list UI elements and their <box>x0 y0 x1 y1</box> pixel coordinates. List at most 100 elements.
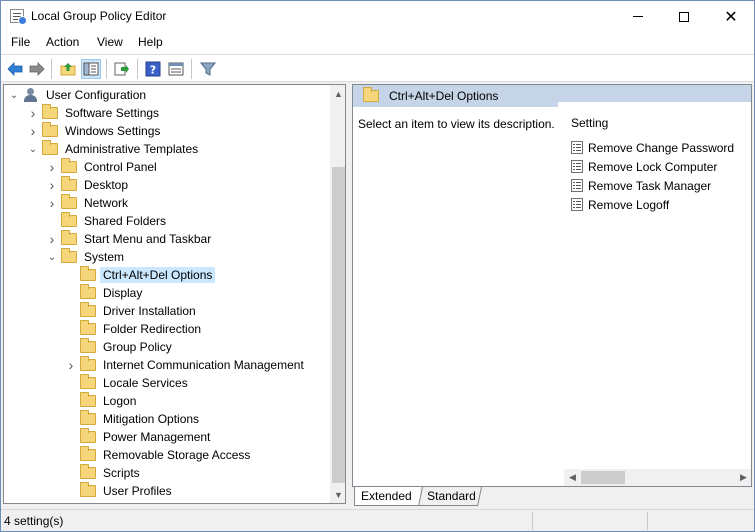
tree-item-label: System <box>84 250 125 264</box>
tree-item[interactable]: ⌄ Administrative Templates <box>28 140 201 158</box>
chevron-right-icon[interactable]: › <box>47 158 57 176</box>
tree-item[interactable]: › Windows Settings <box>28 122 163 140</box>
settings-scroll-thumb[interactable] <box>581 471 625 484</box>
close-button[interactable]: ✕ <box>708 1 754 32</box>
menu-action[interactable]: Action <box>46 35 79 49</box>
tree-item-label: Ctrl+Alt+Del Options <box>100 267 216 283</box>
tree-item-label: Windows Settings <box>65 124 161 138</box>
tree-item[interactable]: Removable Storage Access <box>66 446 253 464</box>
tree-item[interactable]: Logon <box>66 392 139 410</box>
setting-row[interactable]: Remove Logoff <box>571 195 669 214</box>
settings-horizontal-scrollbar[interactable]: ◀ ▶ <box>564 469 751 486</box>
help-button[interactable]: ? <box>143 59 163 79</box>
minimize-button[interactable] <box>615 1 661 32</box>
description-text: Select an item to view its description. <box>358 117 555 131</box>
export-list-button[interactable] <box>112 59 132 79</box>
show-hide-tree-button[interactable] <box>81 59 101 79</box>
tree-pane[interactable]: ⌄ User Configuration › Software Settings › Wi… <box>3 84 346 504</box>
tab-standard[interactable]: Standard <box>417 487 483 506</box>
menu-view[interactable]: View <box>97 35 123 49</box>
maximize-icon <box>679 11 689 22</box>
group-policy-app-icon <box>10 9 27 25</box>
properties-icon <box>168 62 184 76</box>
chevron-right-icon[interactable]: › <box>66 356 76 374</box>
chevron-right-icon[interactable]: › <box>28 104 38 122</box>
tree-item-label: Removable Storage Access <box>103 448 251 462</box>
tree-item[interactable]: › Internet Communication Management <box>66 356 307 374</box>
tree-item[interactable]: Mitigation Options <box>66 410 202 428</box>
tree-item[interactable]: ⌄ User Configuration <box>9 86 149 104</box>
folder-icon <box>61 230 77 245</box>
setting-label: Remove Logoff <box>588 197 670 212</box>
tree-item[interactable]: › Start Menu and Taskbar <box>47 230 214 248</box>
filter-button[interactable] <box>198 59 218 79</box>
tree-item[interactable]: ⌄ System <box>47 248 127 266</box>
folder-icon <box>61 158 77 173</box>
properties-button[interactable] <box>166 59 186 79</box>
tree-item-label: User Configuration <box>46 88 147 102</box>
tree-item[interactable]: › Network <box>47 194 131 212</box>
tree-item[interactable]: Locale Services <box>66 374 191 392</box>
folder-icon <box>80 392 96 407</box>
policy-setting-icon <box>571 141 583 154</box>
window-title: Local Group Policy Editor <box>31 9 167 23</box>
scroll-left-arrow-icon[interactable]: ◀ <box>564 469 581 486</box>
tree-item[interactable]: Display <box>66 284 145 302</box>
tree-item[interactable]: User Profiles <box>66 482 175 500</box>
chevron-right-icon[interactable]: › <box>47 176 57 194</box>
tree-item[interactable]: Folder Redirection <box>66 320 204 338</box>
setting-row[interactable]: Remove Change Password <box>571 138 734 157</box>
tree-item[interactable]: Scripts <box>66 464 143 482</box>
chevron-down-icon[interactable]: ⌄ <box>9 86 19 104</box>
chevron-right-icon[interactable]: › <box>28 122 38 140</box>
tree-item-label: Internet Communication Management <box>103 358 304 372</box>
forward-button[interactable] <box>27 59 47 79</box>
tree-item[interactable]: Group Policy <box>66 338 175 356</box>
tree-item-label: Group Policy <box>103 340 172 354</box>
tree-item[interactable]: Power Management <box>66 428 213 446</box>
chevron-down-icon[interactable]: ⌄ <box>47 248 57 266</box>
scroll-up-arrow-icon[interactable]: ▲ <box>330 85 345 102</box>
folder-icon <box>42 104 58 119</box>
folder-icon <box>42 140 58 155</box>
setting-column-header[interactable]: Setting <box>571 116 608 130</box>
tab-standard-label: Standard <box>427 489 476 503</box>
tree-item-label: Software Settings <box>65 106 160 120</box>
tree-item[interactable]: › Desktop <box>47 176 131 194</box>
scroll-down-arrow-icon[interactable]: ▼ <box>330 486 345 503</box>
tree-item[interactable]: Shared Folders <box>47 212 169 230</box>
user-config-icon <box>23 88 39 102</box>
setting-row[interactable]: Remove Task Manager <box>571 176 711 195</box>
scroll-right-arrow-icon[interactable]: ▶ <box>735 469 751 486</box>
menu-file[interactable]: File <box>11 35 30 49</box>
folder-icon <box>61 248 77 263</box>
menu-help[interactable]: Help <box>138 35 163 49</box>
tree-item-label: Administrative Templates <box>65 142 199 156</box>
chevron-right-icon[interactable]: › <box>47 230 57 248</box>
forward-icon <box>29 62 45 76</box>
tree-item[interactable]: › Control Panel <box>47 158 160 176</box>
setting-row[interactable]: Remove Lock Computer <box>571 157 717 176</box>
app-window: Local Group Policy Editor ✕ File Action … <box>0 0 755 532</box>
back-button[interactable] <box>5 59 25 79</box>
chevron-right-icon[interactable]: › <box>47 194 57 212</box>
chevron-down-icon[interactable]: ⌄ <box>28 140 38 158</box>
tree-scroll-thumb[interactable] <box>332 167 345 483</box>
svg-text:?: ? <box>150 64 156 77</box>
up-one-level-button[interactable] <box>58 59 78 79</box>
folder-icon <box>61 194 77 209</box>
maximize-button[interactable] <box>661 1 707 32</box>
tree-vertical-scrollbar[interactable]: ▲ ▼ <box>330 85 345 503</box>
tree-item[interactable]: Driver Installation <box>66 302 199 320</box>
folder-icon <box>61 176 77 191</box>
details-header-title: Ctrl+Alt+Del Options <box>389 89 499 103</box>
tree-item[interactable]: Ctrl+Alt+Del Options <box>66 266 216 284</box>
tab-extended[interactable]: Extended <box>354 487 420 506</box>
folder-icon <box>80 482 96 497</box>
tree-item[interactable]: › Software Settings <box>28 104 162 122</box>
